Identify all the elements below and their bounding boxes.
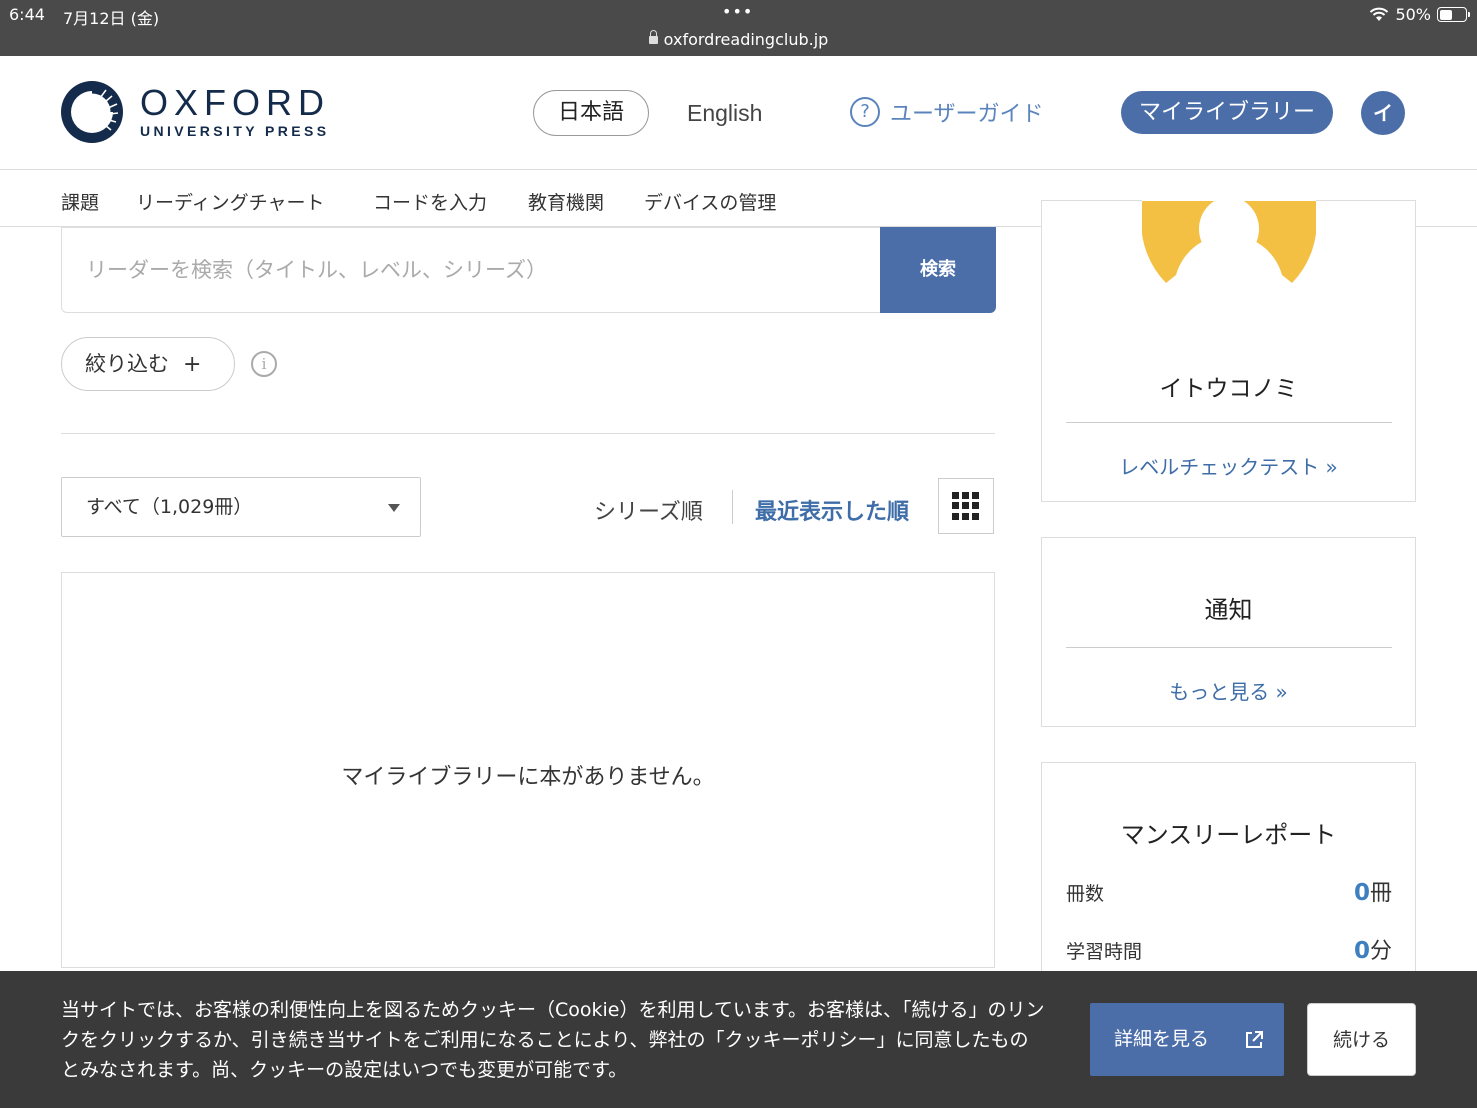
wifi-icon	[1370, 7, 1389, 21]
battery-percent: 50%	[1395, 5, 1431, 24]
status-bar: 6:44 7月12日 (金) ••• oxfordreadingclub.jp …	[0, 0, 1477, 56]
lock-icon	[648, 30, 658, 44]
user-avatar-icon	[1142, 171, 1316, 283]
search-bar: 検索	[61, 227, 996, 313]
report-label: 学習時間	[1066, 941, 1143, 963]
library-filter-select[interactable]: すべて（1,029冊）	[61, 477, 421, 537]
search-input[interactable]	[62, 228, 880, 312]
search-button[interactable]: 検索	[880, 227, 996, 313]
nav-assignments[interactable]: 課題	[61, 188, 99, 215]
card-divider	[1066, 647, 1392, 648]
profile-card: イトウコノミ レベルチェックテスト »	[1041, 171, 1416, 502]
status-indicators: 50%	[1369, 5, 1470, 24]
cookie-details-button[interactable]: 詳細を見る	[1090, 1003, 1284, 1076]
my-library-button[interactable]: マイライブラリー	[1121, 91, 1333, 134]
plus-icon: +	[183, 352, 202, 377]
card-divider	[1066, 422, 1392, 423]
user-name: イトウコノミ	[1159, 376, 1298, 402]
cookie-banner: 当サイトでは、お客様の利便性向上を図るためクッキー（Cookie）を利用していま…	[0, 971, 1477, 1108]
multitask-dots[interactable]: •••	[722, 2, 753, 21]
section-divider	[61, 433, 995, 434]
report-row-study-time: 学習時間 0分	[1066, 937, 1392, 964]
address-bar[interactable]: oxfordreadingclub.jp	[0, 30, 1477, 49]
library-book-list: マイライブラリーに本がありません。	[61, 572, 995, 968]
oxford-emblem-icon	[61, 81, 123, 143]
sort-separator	[732, 490, 733, 524]
oxford-logo[interactable]: OXFORD UNIVERSITY PRESS	[60, 80, 330, 144]
user-guide-link[interactable]: ? ユーザーガイド	[850, 96, 1044, 128]
report-label: 冊数	[1066, 883, 1105, 905]
sort-by-recent[interactable]: 最近表示した順	[755, 494, 909, 526]
level-check-test-link[interactable]: レベルチェックテスト »	[1042, 451, 1415, 480]
user-guide-label: ユーザーガイド	[890, 102, 1044, 127]
logo-subtitle: UNIVERSITY PRESS	[140, 123, 330, 139]
report-row-books: 冊数 0冊	[1066, 879, 1392, 906]
nav-device-management[interactable]: デバイスの管理	[644, 188, 776, 215]
select-value: すべて（1,029冊）	[86, 496, 253, 518]
filter-button[interactable]: 絞り込む +	[61, 337, 235, 391]
report-value: 0分	[1353, 938, 1392, 964]
external-link-icon	[1246, 1031, 1263, 1048]
info-icon[interactable]: i	[251, 351, 277, 377]
battery-icon	[1437, 7, 1470, 22]
report-value: 0冊	[1353, 880, 1392, 906]
grid-view-icon[interactable]	[938, 478, 994, 534]
monthly-report-title: マンスリーレポート	[1120, 821, 1337, 849]
cookie-continue-button[interactable]: 続ける	[1307, 1003, 1416, 1076]
notifications-title: 通知	[1204, 596, 1253, 624]
status-date: 7月12日 (金)	[63, 9, 160, 28]
nav-reading-chart[interactable]: リーディングチャート	[136, 188, 324, 215]
nav-institution[interactable]: 教育機関	[528, 188, 604, 215]
status-time: 6:44	[9, 5, 45, 24]
language-english-link[interactable]: English	[687, 100, 762, 127]
sort-by-series[interactable]: シリーズ順	[594, 494, 703, 526]
site-header: OXFORD UNIVERSITY PRESS 日本語 English ? ユー…	[0, 56, 1477, 170]
cookie-notice-text: 当サイトでは、お客様の利便性向上を図るためクッキー（Cookie）を利用していま…	[61, 999, 1045, 1081]
cookie-details-label: 詳細を見る	[1114, 1028, 1210, 1050]
notifications-card: 通知 もっと見る »	[1041, 537, 1416, 727]
nav-enter-code[interactable]: コードを入力	[373, 188, 487, 215]
filter-label: 絞り込む	[85, 352, 169, 376]
url-text: oxfordreadingclub.jp	[663, 30, 829, 49]
logo-wordmark: OXFORD	[140, 82, 331, 123]
caret-down-icon	[388, 504, 400, 512]
empty-library-message: マイライブラリーに本がありません。	[341, 765, 715, 790]
account-avatar-button[interactable]: イ	[1361, 91, 1405, 135]
help-icon: ?	[850, 97, 880, 127]
see-more-link[interactable]: もっと見る »	[1042, 676, 1415, 705]
language-japanese-button[interactable]: 日本語	[533, 90, 649, 136]
